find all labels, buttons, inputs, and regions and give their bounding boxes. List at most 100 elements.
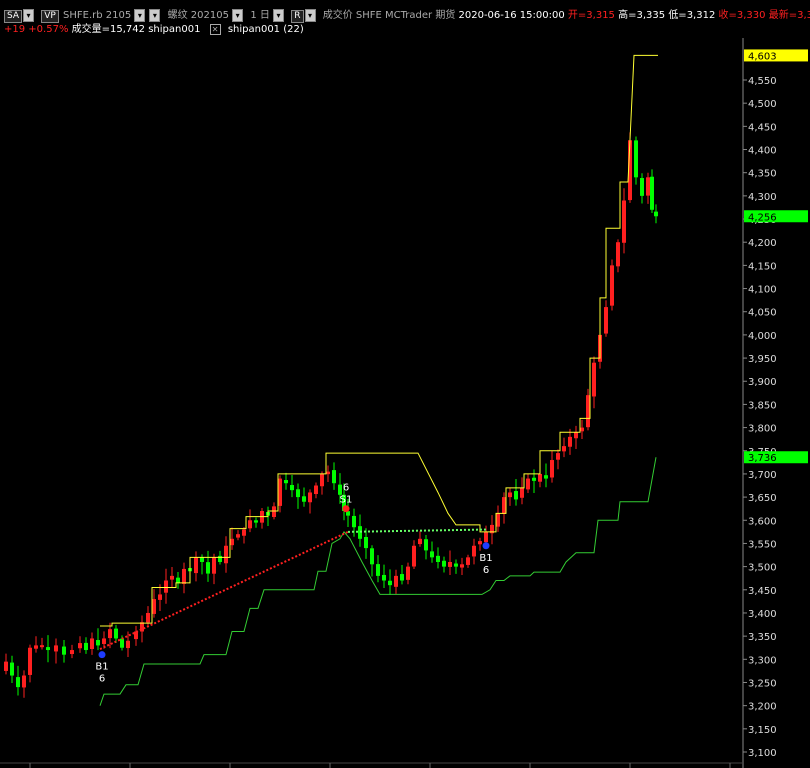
candle-body <box>370 548 374 565</box>
candle-body <box>164 580 168 593</box>
contract-name: 螺纹 202105 <box>167 10 229 21</box>
candle-body <box>302 496 306 502</box>
candle-body <box>254 520 258 523</box>
open-label: 开=3,315 <box>567 10 615 21</box>
y-tick-label: 3,200 <box>748 702 777 713</box>
y-tick-label: 4,400 <box>748 146 777 157</box>
candle-body <box>182 568 186 584</box>
candle-body <box>472 545 476 557</box>
candle-body <box>502 497 506 514</box>
candle-body <box>586 395 590 428</box>
vp-button[interactable]: VP <box>41 10 59 23</box>
candle-body <box>478 541 482 545</box>
r-button[interactable]: R <box>291 10 304 23</box>
y-tick-label: 3,800 <box>748 424 777 435</box>
candle-body <box>84 642 88 651</box>
candle-body <box>634 140 638 178</box>
y-tick-label: 3,550 <box>748 539 777 550</box>
candle-body <box>484 531 488 543</box>
candle-body <box>114 628 118 639</box>
interval-dropdown-icon[interactable]: ▾ <box>232 9 244 22</box>
candle-body <box>4 661 8 671</box>
candle-body <box>62 646 66 655</box>
candle-body <box>284 480 288 484</box>
interval-label: 1 日 <box>250 10 270 21</box>
field-label: 成交价 <box>322 10 353 21</box>
price-tag-label: 4,256 <box>748 212 777 223</box>
y-tick-label: 3,400 <box>748 609 777 620</box>
symbol-button[interactable]: SA <box>4 10 23 23</box>
candle-body <box>448 561 452 567</box>
candle-body <box>610 265 614 306</box>
candle-body <box>394 575 398 587</box>
candle-body <box>212 557 216 574</box>
y-tick-label: 3,250 <box>748 678 777 689</box>
high-label: 高=3,335 <box>618 10 666 21</box>
source-label: MCTrader <box>385 10 433 21</box>
candle-body <box>352 515 356 528</box>
candle-body <box>388 580 392 586</box>
y-tick-label: 4,300 <box>748 192 777 203</box>
candle-body <box>194 557 198 574</box>
y-tick-label: 3,950 <box>748 354 777 365</box>
buy-signal-label: B1 <box>95 662 108 673</box>
candle-body <box>170 575 174 580</box>
buy-signal-marker <box>98 651 106 659</box>
candle-body <box>236 534 240 538</box>
candle-body <box>364 536 368 549</box>
change-value: +19 <box>4 24 26 35</box>
indicator-close-icon[interactable]: ✕ <box>209 23 221 35</box>
y-tick-label: 4,100 <box>748 285 777 296</box>
candle-body <box>496 513 500 527</box>
candle-body <box>382 574 386 581</box>
symbol-label: SHFE.rb 2105 <box>63 10 132 21</box>
candle-body <box>206 562 210 574</box>
candle-body <box>604 307 608 334</box>
candle-body <box>454 563 458 567</box>
y-tick-label: 3,700 <box>748 470 777 481</box>
candle-body <box>120 638 124 648</box>
sell-signal-count: 6 <box>343 483 349 494</box>
candle-body <box>550 460 554 478</box>
candle-body <box>102 638 106 644</box>
candle-body <box>158 594 162 600</box>
candle-body <box>526 478 530 490</box>
candle-body <box>640 178 644 196</box>
candle-body <box>544 475 548 479</box>
price-tag-label: 3,736 <box>748 453 777 464</box>
candle-body <box>146 612 150 623</box>
candle-body <box>514 491 518 500</box>
low-label: 低=3,312 <box>668 10 716 21</box>
candle-body <box>442 560 446 567</box>
candle-body <box>650 176 654 210</box>
exchange-label: SHFE <box>355 10 382 21</box>
buy-signal-count: 6 <box>99 674 105 685</box>
r-dropdown-icon[interactable]: ▾ <box>304 9 316 22</box>
candle-body <box>436 555 440 562</box>
last-label: 最新=3,330 <box>768 10 810 21</box>
candle-body <box>326 471 330 475</box>
candle-body <box>34 645 38 649</box>
symbol-dropdown-icon[interactable]: ▾ <box>23 9 35 22</box>
datetime-label: 2020-06-16 15:00:00 <box>458 10 565 21</box>
candle-body <box>520 487 524 498</box>
candle-body <box>412 545 416 567</box>
candle-body <box>242 529 246 536</box>
candle-body <box>134 631 138 640</box>
candle-body <box>224 545 228 564</box>
price-chart[interactable]: 3,100 3,150 3,200 3,250 3,300 3,350 3,400 3,450… <box>0 38 810 768</box>
candle-body <box>466 557 470 565</box>
y-tick-label: 3,850 <box>748 400 777 411</box>
interval-menu-icon[interactable]: ▾ <box>273 9 285 22</box>
y-tick-label: 4,000 <box>748 331 777 342</box>
asset-label: 期货 <box>435 10 456 21</box>
candle-body <box>46 647 50 651</box>
y-tick-label: 4,450 <box>748 122 777 133</box>
symbol-menu-icon[interactable]: ▾ <box>134 9 146 22</box>
name-menu-icon[interactable]: ▾ <box>149 9 161 22</box>
candle-body <box>16 677 20 688</box>
candle-body <box>10 662 14 676</box>
candle-body <box>296 489 300 498</box>
volume-label: 成交量=15,742 <box>71 24 146 35</box>
candle-body <box>538 473 542 482</box>
